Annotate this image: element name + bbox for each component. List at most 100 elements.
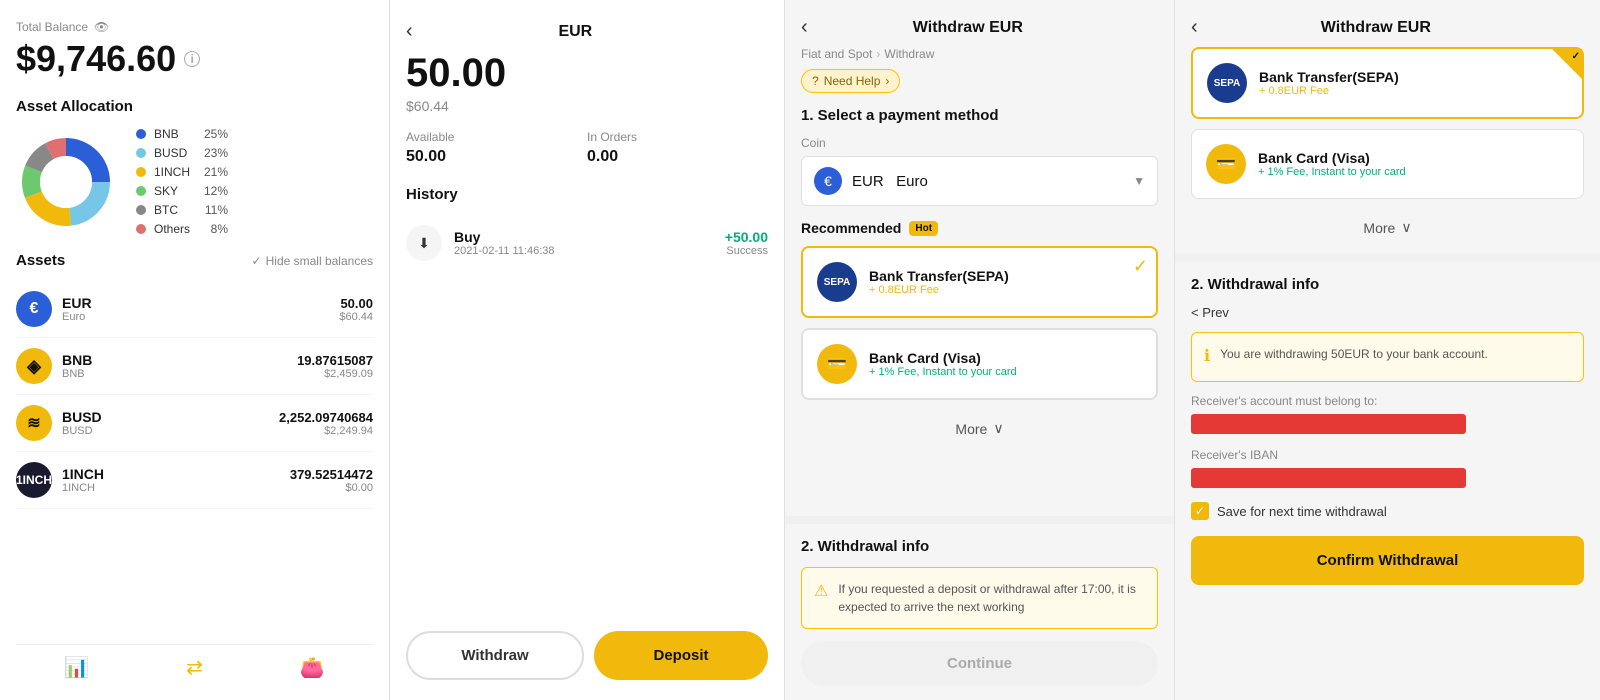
sepa-fee-panel4: + 0.8EUR Fee: [1259, 85, 1568, 97]
info-icon[interactable]: i: [184, 51, 200, 67]
more-button-panel3[interactable]: More ∨: [801, 410, 1158, 447]
1inch-name-wrap: 1INCH 1INCH: [62, 466, 290, 494]
chevron-down-icon3: ∨: [1401, 219, 1411, 236]
visa-card[interactable]: 💳 Bank Card (Visa) + 1% Fee, Instant to …: [801, 328, 1158, 400]
coin-select-text: EUR Euro: [852, 173, 1123, 190]
visa-icon: 💳: [817, 344, 857, 384]
nav-chart[interactable]: 📊: [64, 655, 89, 680]
bottom-nav: 📊 ⇄ 👛: [16, 644, 373, 680]
need-help-button[interactable]: ? Need Help ›: [801, 69, 900, 93]
asset-1inch[interactable]: 1INCH 1INCH 1INCH 379.52514472 $0.00: [16, 452, 373, 509]
eur-large-amount: 50.00: [406, 51, 768, 96]
continue-button[interactable]: Continue: [801, 641, 1158, 686]
info-box2: ℹ You are withdrawing 50EUR to your bank…: [1191, 332, 1584, 382]
busd-name-wrap: BUSD BUSD: [62, 409, 279, 437]
corner-check-icon: ✓: [1572, 51, 1580, 62]
need-help-label: Need Help: [824, 74, 881, 88]
prev-link[interactable]: < Prev: [1191, 305, 1584, 320]
eur-name-wrap: EUR Euro: [62, 295, 339, 323]
total-balance-amount: $9,746.60 i: [16, 38, 373, 80]
back-button-panel4[interactable]: ‹: [1191, 16, 1198, 39]
visa-info: Bank Card (Visa) + 1% Fee, Instant to yo…: [869, 350, 1142, 378]
confirm-withdrawal-button[interactable]: Confirm Withdrawal: [1191, 536, 1584, 585]
busd-value: 2,252.09740684 $2,249.94: [279, 410, 373, 437]
sepa-name-panel4: Bank Transfer(SEPA): [1259, 69, 1568, 85]
eur-usd-amount: $60.44: [406, 98, 768, 114]
nav-transfer[interactable]: ⇄: [186, 655, 203, 680]
chevron-right-icon: ›: [885, 74, 889, 88]
sepa-card-panel4[interactable]: SEPA Bank Transfer(SEPA) + 0.8EUR Fee ✓: [1191, 47, 1584, 119]
visa-name: Bank Card (Visa): [869, 350, 1142, 366]
available-col: Available 50.00: [406, 130, 587, 166]
hide-small-balances[interactable]: ✓ Hide small balances: [252, 254, 373, 268]
balance-row: Available 50.00 In Orders 0.00: [406, 130, 768, 166]
legend-busd: BUSD23%: [136, 146, 228, 160]
available-value: 50.00: [406, 148, 587, 166]
history-title: History: [406, 186, 768, 203]
legend-sky: SKY12%: [136, 184, 228, 198]
recommended-label: Recommended: [801, 220, 901, 236]
legend-1inch: 1INCH21%: [136, 165, 228, 179]
back-button-panel2[interactable]: ‹: [406, 20, 413, 43]
save-checkbox[interactable]: ✓: [1191, 502, 1209, 520]
step1-title: 1. Select a payment method: [801, 107, 1158, 124]
nav-wallet[interactable]: 👛: [300, 655, 325, 680]
chevron-down-icon2: ∨: [993, 420, 1003, 437]
assets-header: Assets ✓ Hide small balances: [16, 252, 373, 269]
withdraw-panel3: ‹ Withdraw EUR Fiat and Spot › Withdraw …: [785, 0, 1175, 700]
save-row: ✓ Save for next time withdrawal: [1191, 502, 1584, 520]
more-label-panel4: More: [1363, 220, 1395, 236]
breadcrumb: Fiat and Spot › Withdraw: [801, 47, 1158, 61]
info-icon2: ℹ: [1204, 345, 1210, 369]
visa-card-panel4[interactable]: 💳 Bank Card (Visa) + 1% Fee, Instant to …: [1191, 129, 1584, 199]
sepa-icon: SEPA: [817, 262, 857, 302]
asset-bnb[interactable]: ◈ BNB BNB 19.87615087 $2,459.09: [16, 338, 373, 395]
donut-chart: [16, 132, 116, 232]
history-type: Buy: [454, 229, 725, 245]
breadcrumb-separator: ›: [876, 47, 880, 61]
divider: [785, 516, 1175, 524]
history-status: Success: [725, 245, 768, 257]
coin-label: Coin: [801, 136, 1158, 150]
withdrawal-info2: 2. Withdrawal info < Prev ℹ You are with…: [1191, 262, 1584, 599]
panel2-title: EUR: [413, 23, 738, 41]
step2-title: 2. Withdrawal info: [801, 538, 1158, 555]
visa-info-panel4: Bank Card (Visa) + 1% Fee, Instant to yo…: [1258, 150, 1569, 178]
more-section: More ∨: [1191, 209, 1584, 246]
eur-icon: €: [16, 291, 52, 327]
coin-select[interactable]: € EUR Euro ▼: [801, 156, 1158, 206]
chevron-down-icon: ▼: [1133, 174, 1145, 188]
save-label: Save for next time withdrawal: [1217, 504, 1387, 519]
step2-title-panel4: 2. Withdrawal info: [1191, 276, 1584, 293]
legend-bnb: BNB25%: [136, 127, 228, 141]
back-button-panel3[interactable]: ‹: [801, 16, 808, 39]
sepa-card[interactable]: SEPA Bank Transfer(SEPA) + 0.8EUR Fee ✓: [801, 246, 1158, 318]
sepa-name: Bank Transfer(SEPA): [869, 268, 1142, 284]
asset-allocation: BNB25% BUSD23% 1INCH21% SKY12% BTC11% Ot…: [16, 127, 373, 236]
check-icon: ✓: [1133, 256, 1148, 277]
available-label: Available: [406, 130, 587, 144]
in-orders-value: 0.00: [587, 148, 768, 166]
bnb-icon: ◈: [16, 348, 52, 384]
breadcrumb-withdraw: Withdraw: [884, 47, 934, 61]
withdraw-panel4: ‹ Withdraw EUR SEPA Bank Transfer(SEPA) …: [1175, 0, 1600, 700]
1inch-value: 379.52514472 $0.00: [290, 467, 373, 494]
history-date: 2021-02-11 11:46:38: [454, 245, 725, 257]
bnb-value: 19.87615087 $2,459.09: [297, 353, 373, 380]
sepa-info-panel4: Bank Transfer(SEPA) + 0.8EUR Fee: [1259, 69, 1568, 97]
eye-icon[interactable]: 👁: [94, 20, 109, 34]
withdraw-button[interactable]: Withdraw: [406, 631, 584, 680]
asset-eur[interactable]: € EUR Euro 50.00 $60.44: [16, 281, 373, 338]
panel2-header: ‹ EUR: [406, 20, 768, 43]
recommended-row: Recommended Hot: [801, 220, 1158, 236]
withdrawal-info: 2. Withdrawal info ⚠ If you requested a …: [785, 524, 1174, 700]
transfer-icon: ⇄: [186, 655, 203, 680]
legend: BNB25% BUSD23% 1INCH21% SKY12% BTC11% Ot…: [136, 127, 228, 236]
total-balance-label: Total Balance 👁: [16, 20, 373, 34]
asset-busd[interactable]: ≋ BUSD BUSD 2,252.09740684 $2,249.94: [16, 395, 373, 452]
more-button-panel4[interactable]: More ∨: [1191, 209, 1584, 246]
legend-btc: BTC11%: [136, 203, 228, 217]
action-buttons: Withdraw Deposit: [406, 621, 768, 680]
deposit-button[interactable]: Deposit: [594, 631, 768, 680]
iban-redacted: [1191, 468, 1466, 488]
